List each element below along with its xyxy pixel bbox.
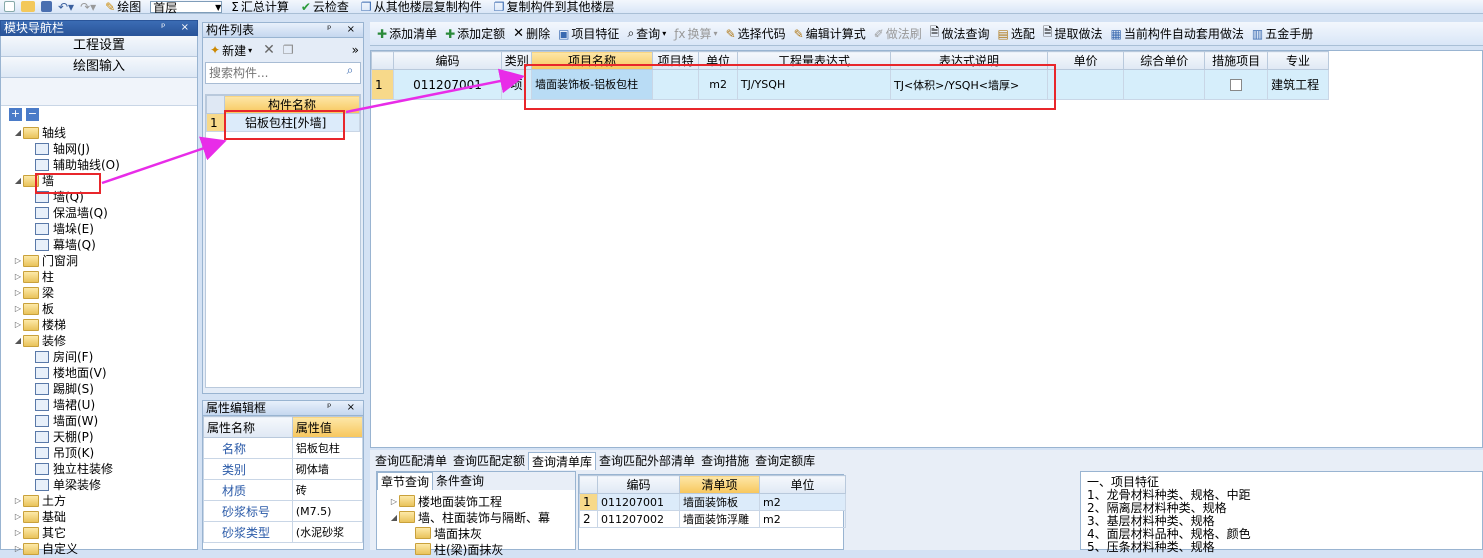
arrow-icon	[101, 136, 227, 185]
annotation-arrows	[101, 68, 525, 185]
arrow-icon	[345, 68, 525, 114]
